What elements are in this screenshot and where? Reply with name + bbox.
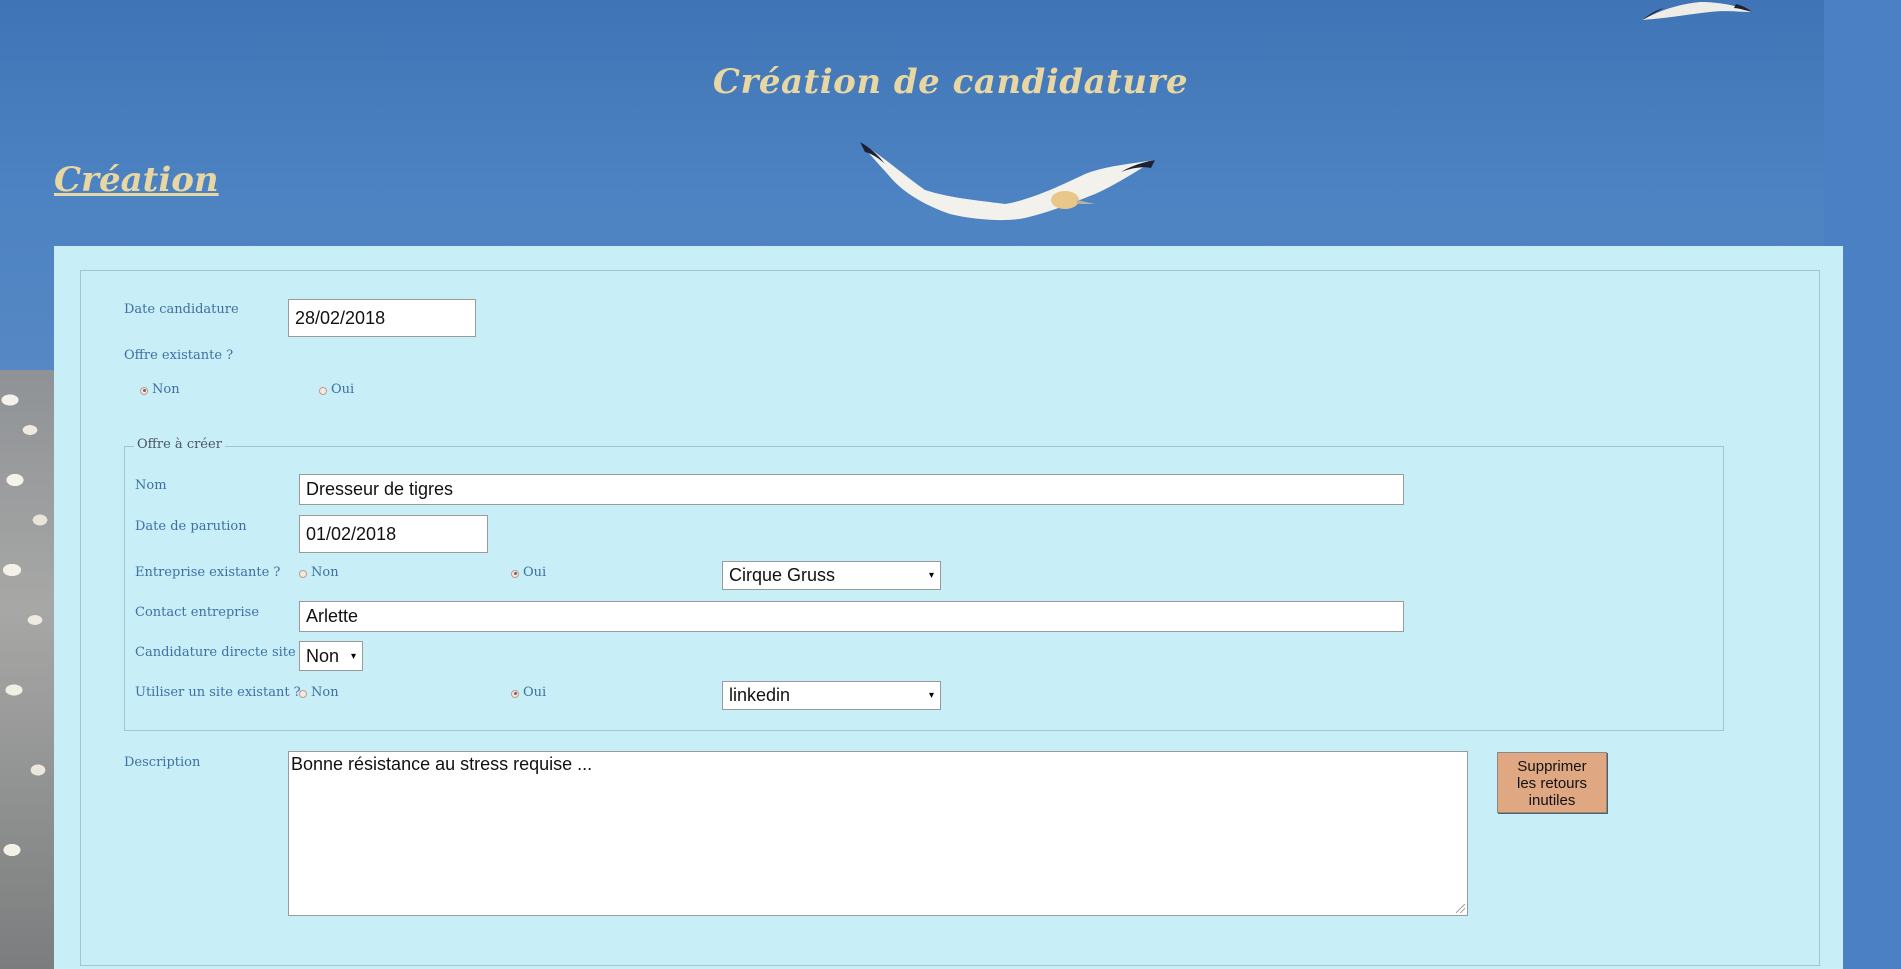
remove-returns-button[interactable]: Supprimer les retours inutiles	[1497, 752, 1607, 813]
description-value: Bonne résistance au stress requise ...	[291, 754, 593, 774]
radio-unchecked-icon[interactable]	[299, 569, 307, 578]
entreprise-select-value: Cirque Gruss	[729, 565, 836, 585]
gannet-image-top	[1642, 2, 1752, 20]
radio-label: Oui	[523, 565, 547, 580]
creation-link[interactable]: Création	[54, 160, 219, 200]
offre-a-creer-legend: Offre à créer	[134, 437, 225, 452]
description-label: Description	[124, 755, 201, 770]
chevron-down-icon: ▾	[928, 690, 934, 701]
entreprise-existante-non-radio[interactable]: Non	[299, 565, 339, 580]
candidature-directe-value: Non	[306, 645, 340, 666]
offre-existante-non-radio[interactable]: Non	[140, 382, 180, 397]
gannet-image	[860, 142, 1155, 221]
radio-checked-icon[interactable]	[511, 689, 519, 698]
entreprise-existante-label: Entreprise existante ?	[135, 565, 281, 580]
nom-label: Nom	[135, 478, 167, 493]
offre-existante-oui-radio[interactable]: Oui	[319, 382, 354, 397]
site-select-value: linkedin	[729, 685, 791, 705]
radio-label: Oui	[331, 382, 355, 397]
site-existant-non-radio[interactable]: Non	[299, 685, 339, 700]
nom-input[interactable]	[299, 474, 1404, 505]
site-existant-oui-radio[interactable]: Oui	[511, 685, 546, 700]
chevron-down-icon: ▾	[350, 650, 356, 662]
page-title: Création de candidature	[712, 62, 1189, 102]
radio-checked-icon[interactable]	[511, 569, 519, 578]
resize-grip-icon[interactable]	[1456, 904, 1465, 913]
date-candidature-label: Date candidature	[124, 302, 239, 317]
date-parution-input[interactable]	[299, 515, 488, 553]
contact-entreprise-input[interactable]	[299, 601, 1404, 632]
candidature-directe-label: Candidature directe site	[135, 645, 296, 660]
radio-label: Non	[152, 382, 180, 397]
date-candidature-input[interactable]	[288, 299, 476, 337]
radio-checked-icon[interactable]	[140, 386, 148, 395]
site-existant-label: Utiliser un site existant ?	[135, 685, 301, 700]
radio-unchecked-icon[interactable]	[319, 386, 327, 395]
entreprise-existante-oui-radio[interactable]: Oui	[511, 565, 546, 580]
radio-unchecked-icon[interactable]	[299, 689, 307, 698]
radio-label: Oui	[523, 685, 547, 700]
site-select[interactable]: linkedin ▾	[722, 681, 941, 710]
contact-entreprise-label: Contact entreprise	[135, 605, 260, 620]
entreprise-select[interactable]: Cirque Gruss ▾	[722, 561, 941, 590]
candidature-directe-select[interactable]: Non ▾	[299, 641, 363, 671]
offre-existante-label: Offre existante ?	[124, 348, 234, 363]
radio-label: Non	[311, 565, 339, 580]
description-textarea[interactable]: Bonne résistance au stress requise ...	[288, 751, 1468, 916]
radio-label: Non	[311, 685, 339, 700]
chevron-down-icon: ▾	[928, 570, 934, 581]
date-parution-label: Date de parution	[135, 519, 247, 534]
gannet-colony-image	[0, 370, 56, 969]
